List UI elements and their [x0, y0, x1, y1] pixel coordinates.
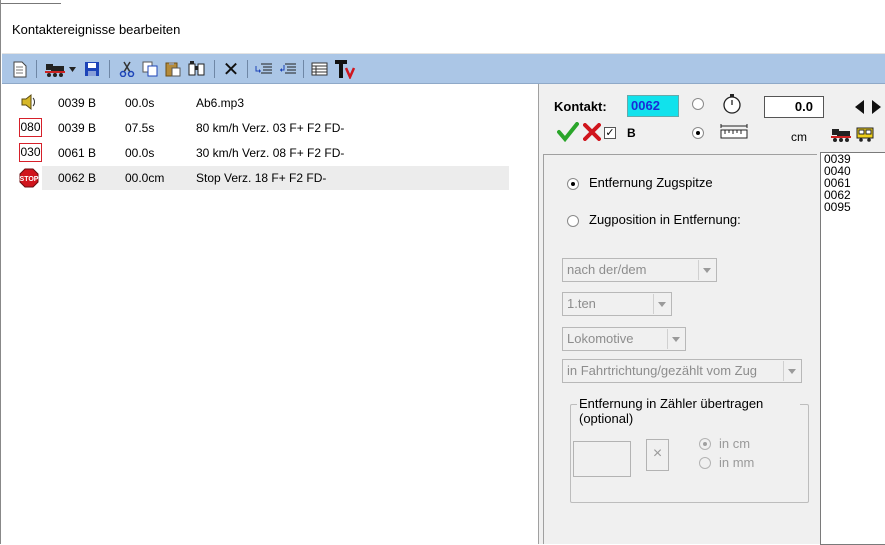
index-select[interactable]: 1.ten: [562, 292, 672, 316]
chevron-down-icon: [698, 260, 715, 280]
speed-sign-icon: 030: [19, 143, 42, 162]
unit-mm-radio[interactable]: [699, 457, 711, 469]
vehicle-select[interactable]: Lokomotive: [562, 327, 686, 351]
contact-id-list[interactable]: 0039 0040 0061 0062 0095: [820, 152, 885, 545]
distance-mode-radio[interactable]: [692, 127, 704, 139]
contact-id: 0061 B: [58, 146, 97, 160]
list-item[interactable]: STOP 0062 B 00.0cm Stop Verz. 18 F+ F2 F…: [2, 166, 537, 190]
chevron-down-icon: [667, 329, 684, 349]
delete-icon[interactable]: ✕: [220, 58, 242, 81]
text-tool-icon[interactable]: [332, 58, 358, 80]
event-editor-window: Kontaktereignisse bearbeiten ✕ 0039 B 00…: [0, 0, 885, 545]
contact-id: 0062 B: [58, 171, 97, 185]
event-description: Stop Verz. 18 F+ F2 FD-: [196, 171, 327, 185]
toolbar-separator: [247, 60, 248, 78]
list-item[interactable]: 0095: [821, 201, 885, 213]
save-icon[interactable]: [81, 58, 103, 80]
event-list[interactable]: 0039 B 00.0s Ab6.mp3 080 0039 B 07.5s 80…: [2, 84, 537, 544]
title-bar: Kontaktereignisse bearbeiten: [2, 8, 885, 54]
unit-cm-label: in cm: [719, 436, 751, 451]
position-option-label: Zugposition in Entfernung:: [589, 212, 741, 227]
unit-mm-label: in mm: [719, 455, 755, 470]
counter-value-field[interactable]: [573, 441, 631, 477]
contact-id: 0039 B: [58, 121, 97, 135]
contact-label: Kontakt:: [554, 99, 607, 114]
table-icon[interactable]: [308, 58, 330, 80]
stop-sign-text: STOP: [20, 176, 39, 183]
sound-icon: [19, 93, 41, 113]
outer-frame-edge: [1, 0, 885, 8]
cut-icon[interactable]: [116, 58, 138, 80]
toolbar-separator: [214, 60, 215, 78]
event-editor-panel: Kontakt: 0062 0.0 ✓ B cm Entfernung Zugs…: [538, 84, 885, 545]
after-select[interactable]: nach der/dem: [562, 258, 717, 282]
stop-sign-icon: STOP: [19, 168, 41, 188]
ruler-icon: [720, 122, 748, 143]
toolbar-separator: [36, 60, 37, 78]
indent-icon[interactable]: [253, 58, 275, 80]
after-select-value: nach der/dem: [567, 262, 647, 277]
paste-icon[interactable]: [162, 58, 184, 80]
find-icon[interactable]: [185, 58, 209, 80]
vehicle-select-value: Lokomotive: [567, 331, 634, 346]
distance-option-label: Entfernung Zugspitze: [589, 175, 713, 190]
decrease-arrow-icon[interactable]: [853, 97, 867, 117]
event-time: 07.5s: [125, 121, 155, 135]
counter-transfer-group: Entfernung in Zähler übertragen (optiona…: [570, 396, 809, 503]
event-description: Ab6.mp3: [196, 96, 245, 110]
wagon-icon[interactable]: [855, 126, 875, 145]
event-description: 80 km/h Verz. 03 F+ F2 FD-: [196, 121, 345, 135]
copy-icon[interactable]: [139, 58, 161, 80]
chevron-down-icon: [783, 361, 800, 381]
toolbar: ✕: [2, 54, 885, 84]
list-item[interactable]: 0039 B 00.0s Ab6.mp3: [2, 91, 537, 115]
counter-transfer-title: Entfernung in Zähler übertragen (optiona…: [577, 396, 800, 426]
distance-option-radio[interactable]: [567, 178, 579, 190]
toolbar-separator: [109, 60, 110, 78]
dropdown-arrow-icon[interactable]: [67, 58, 77, 80]
list-item[interactable]: 030 0061 B 00.0s 30 km/h Verz. 08 F+ F2 …: [2, 141, 537, 165]
unit-label: cm: [791, 130, 807, 144]
stopwatch-icon: [722, 93, 742, 118]
clear-counter-button[interactable]: ×: [646, 439, 669, 471]
new-document-icon[interactable]: [11, 58, 29, 80]
unit-cm-radio[interactable]: [699, 438, 711, 450]
event-description: 30 km/h Verz. 08 F+ F2 FD-: [196, 146, 345, 160]
direction-select[interactable]: in Fahrtrichtung/gezählt vom Zug: [562, 359, 802, 383]
speed-sign-icon: 080: [19, 118, 42, 137]
cancel-icon[interactable]: [583, 123, 601, 144]
event-time: 00.0cm: [125, 171, 165, 185]
event-time: 00.0s: [125, 146, 155, 160]
time-value-field[interactable]: 0.0: [764, 96, 824, 118]
outdent-icon[interactable]: [277, 58, 299, 80]
chevron-down-icon: [653, 294, 670, 314]
toolbar-separator: [303, 60, 304, 78]
event-time: 00.0s: [125, 96, 155, 110]
increase-arrow-icon[interactable]: [869, 97, 883, 117]
position-option-radio[interactable]: [567, 215, 579, 227]
contact-id: 0039 B: [58, 96, 97, 110]
index-select-value: 1.ten: [567, 296, 596, 311]
locomotive-icon[interactable]: [43, 58, 67, 80]
direction-select-value: in Fahrtrichtung/gezählt vom Zug: [567, 363, 758, 378]
contact-number-field[interactable]: 0062: [627, 95, 679, 117]
b-checkbox-label: B: [627, 126, 636, 140]
accept-icon[interactable]: [557, 122, 579, 145]
window-title: Kontaktereignisse bearbeiten: [12, 22, 181, 37]
locomotive-icon[interactable]: [830, 126, 852, 145]
b-checkbox[interactable]: ✓: [604, 127, 616, 139]
timer-mode-radio[interactable]: [692, 98, 704, 110]
list-item[interactable]: 080 0039 B 07.5s 80 km/h Verz. 03 F+ F2 …: [2, 116, 537, 140]
